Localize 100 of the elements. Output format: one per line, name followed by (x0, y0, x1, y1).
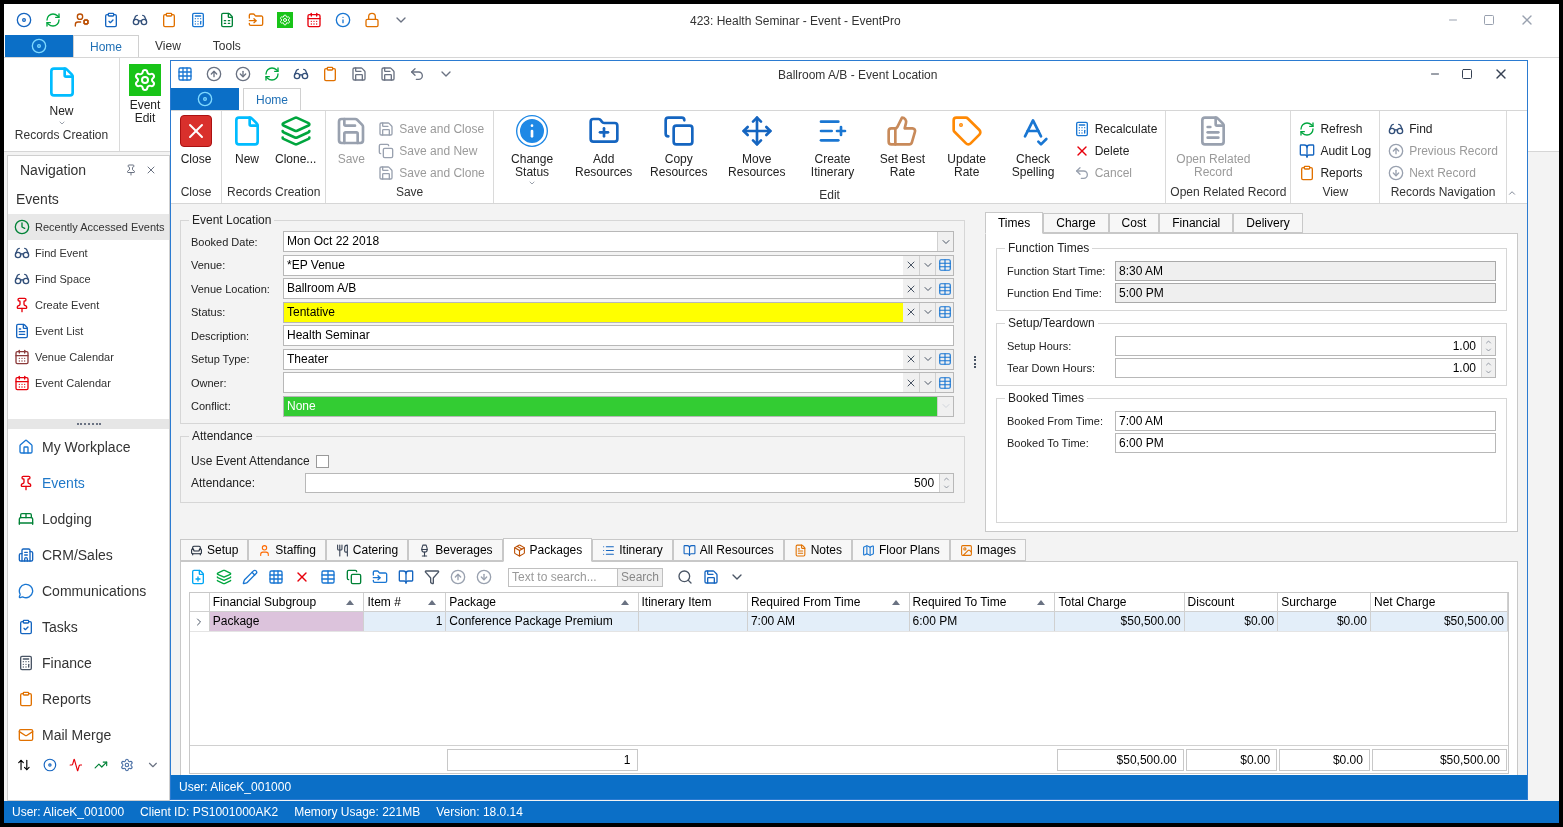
column-header[interactable]: Required To Time (909, 593, 1056, 611)
table-icon[interactable] (937, 352, 952, 367)
grid-icon[interactable] (268, 569, 284, 585)
cubes-icon[interactable] (216, 569, 232, 585)
ribbon-tab[interactable]: Tools (196, 35, 257, 57)
column-header[interactable]: Required From Time (747, 593, 910, 611)
input-field[interactable]: 7:00 AM (1115, 411, 1496, 431)
edit-icon[interactable] (242, 569, 258, 585)
tab[interactable]: Itinerary (592, 539, 673, 561)
undo-icon[interactable] (409, 66, 425, 82)
module-item[interactable]: Communications (8, 573, 169, 609)
floppy-icon[interactable] (351, 66, 367, 82)
tab[interactable]: Times (985, 212, 1044, 234)
module-item[interactable]: Mail Merge (8, 717, 169, 753)
module-item[interactable]: Finance (8, 645, 169, 681)
folder-icon[interactable] (248, 11, 264, 28)
tab[interactable]: Setup (180, 539, 249, 561)
nav-item[interactable]: Find Space (8, 266, 169, 292)
ribbon-tab[interactable]: Home (73, 35, 139, 57)
tab[interactable]: Financial (1159, 213, 1234, 233)
ribbon-button[interactable]: Create Itinerary (797, 115, 869, 187)
checkbox[interactable] (315, 454, 329, 468)
splitter-handle[interactable] (8, 419, 169, 429)
tab[interactable]: Charge (1043, 213, 1109, 233)
ribbon-button[interactable]: New (45, 66, 78, 127)
arrows-icon[interactable] (17, 757, 31, 773)
copy-icon[interactable] (346, 569, 362, 585)
ribbon-button[interactable]: Move Resources (718, 115, 795, 187)
refresh-icon[interactable] (264, 66, 280, 82)
tab[interactable]: Cost (1108, 213, 1160, 233)
clipboard-icon[interactable] (322, 66, 338, 82)
ribbon-button[interactable]: Reports (1299, 163, 1372, 182)
floppy-icon[interactable] (380, 66, 396, 82)
chart-icon[interactable] (68, 757, 83, 773)
ribbon-button[interactable]: Update Rate (936, 115, 997, 187)
tab[interactable]: Notes (783, 539, 853, 561)
ribbon-button[interactable]: Copy Resources (641, 115, 717, 187)
ribbon-button[interactable]: Clone... (270, 115, 322, 184)
clipboard-icon[interactable] (161, 11, 177, 28)
person-icon[interactable] (74, 11, 90, 28)
ribbon-button[interactable]: Refresh (1299, 119, 1372, 138)
grid-icon[interactable] (177, 66, 193, 82)
close-icon[interactable] (145, 164, 157, 176)
gear-icon[interactable] (120, 757, 135, 773)
column-header[interactable]: Package (446, 593, 639, 611)
ribbon-button[interactable]: Set Best Rate (870, 115, 935, 187)
tab[interactable]: Delivery (1233, 213, 1303, 233)
column-header[interactable]: Total Charge (1055, 593, 1185, 611)
calculator-icon[interactable] (190, 11, 206, 28)
input-field[interactable]: Ballroom A/B (283, 278, 955, 300)
column-header[interactable]: Discount (1184, 593, 1279, 611)
column-header[interactable]: Item # (364, 593, 447, 611)
info-icon[interactable] (335, 11, 351, 28)
input-field[interactable]: Mon Oct 22 2018 (283, 231, 955, 253)
tab[interactable]: Floor Plans (852, 539, 950, 561)
disc-icon[interactable] (42, 757, 57, 773)
tab[interactable]: Images (949, 539, 1027, 561)
app-menu-button[interactable] (5, 35, 73, 57)
module-item[interactable]: Reports (8, 681, 169, 717)
ribbon-button[interactable]: Audit Log (1299, 141, 1372, 160)
table-icon[interactable] (320, 569, 336, 585)
tab[interactable]: Catering (325, 539, 409, 561)
app-logo-icon[interactable] (16, 11, 32, 28)
input-field[interactable]: Tentative (283, 301, 955, 323)
pin-icon[interactable] (125, 164, 137, 176)
filter-icon[interactable] (424, 569, 440, 585)
input-field[interactable]: Theater (283, 348, 955, 370)
nav-item[interactable]: Recently Accessed Events (8, 214, 169, 240)
tab[interactable]: All Resources (672, 539, 784, 561)
input-field[interactable]: 5:00 PM (1115, 283, 1496, 303)
input-field[interactable] (283, 372, 955, 394)
book-icon[interactable] (398, 569, 414, 585)
input-field[interactable]: Health Seminar (283, 325, 955, 347)
calendar-icon[interactable] (306, 11, 322, 28)
ribbon-button[interactable]: Add Resources (568, 115, 639, 187)
column-header[interactable]: Financial Subgroup (209, 593, 365, 611)
module-item[interactable]: Events (8, 465, 169, 501)
ribbon-tab[interactable]: View (139, 35, 197, 57)
clipboard-icon[interactable] (103, 11, 119, 28)
input-field[interactable]: 8:30 AM (1115, 261, 1496, 281)
nav-item[interactable]: Create Event (8, 292, 169, 318)
ribbon-button[interactable]: Recalculate (1073, 119, 1158, 138)
module-item[interactable]: Lodging (8, 501, 169, 537)
module-item[interactable]: My Workplace (8, 429, 169, 465)
ribbon-button[interactable]: Delete (1073, 141, 1158, 160)
splitter-handle[interactable] (974, 356, 976, 368)
search-icon[interactable] (677, 569, 694, 585)
lock-icon[interactable] (364, 11, 380, 28)
gear-icon[interactable] (277, 11, 293, 28)
nav-item[interactable]: Event Calendar (8, 370, 169, 396)
sheet-icon[interactable] (219, 11, 235, 28)
table-icon[interactable] (937, 281, 952, 296)
ribbon-button[interactable]: Check Spelling (998, 115, 1068, 187)
refresh-icon[interactable] (45, 11, 61, 28)
folder-icon[interactable] (372, 569, 388, 585)
tab[interactable]: Staffing (248, 539, 326, 561)
ribbon-button[interactable]: Event Edit (120, 58, 170, 125)
table-icon[interactable] (937, 375, 952, 390)
search-field[interactable]: Text to search... (508, 567, 618, 587)
input-field[interactable]: *EP Venue (283, 254, 955, 276)
